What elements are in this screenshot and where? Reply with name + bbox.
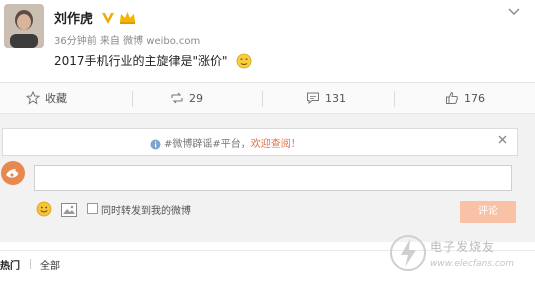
tip-prefix: #微博辟谣#平台，	[164, 139, 251, 150]
post-text: 2017手机行业的主旋律是"涨价"	[54, 54, 228, 68]
favorite-button[interactable]: 收藏	[25, 83, 67, 113]
weibo-logo	[0, 160, 26, 186]
watermark-logo	[388, 233, 428, 273]
favorite-label: 收藏	[45, 92, 67, 105]
like-icon	[445, 91, 459, 105]
divider	[394, 91, 395, 107]
close-icon[interactable]	[498, 133, 507, 147]
watermark-name: 电子发烧友	[430, 240, 496, 254]
action-bar: 收藏 29 131 176	[0, 82, 535, 114]
tab-hot[interactable]: 热门	[0, 257, 20, 272]
chevron-down-icon[interactable]	[508, 6, 520, 19]
author-avatar[interactable]	[4, 4, 44, 48]
info-icon	[150, 135, 161, 154]
comment-button[interactable]: 131	[306, 83, 346, 113]
watermark-url: www.elecfans.com	[430, 259, 515, 269]
comment-input[interactable]	[34, 165, 512, 191]
crown-icon[interactable]	[119, 10, 136, 24]
comment-icon	[306, 91, 320, 105]
like-button[interactable]: 176	[445, 83, 485, 113]
repost-icon	[170, 91, 184, 105]
image-icon[interactable]	[61, 202, 77, 217]
author-name[interactable]: 刘作虎	[54, 8, 93, 27]
like-count: 176	[464, 91, 485, 105]
also-repost-checkbox[interactable]	[87, 203, 98, 214]
rumor-tip-text: #微博辟谣#平台，欢迎查阅！	[164, 135, 301, 150]
divider	[132, 91, 133, 107]
also-repost-label[interactable]: 同时转发到我的微博	[101, 202, 191, 217]
tip-link[interactable]: 欢迎查阅！	[251, 139, 301, 150]
vip-badge-icon	[101, 10, 115, 24]
tab-divider	[30, 259, 31, 269]
emoji-icon[interactable]	[36, 201, 52, 217]
divider	[262, 91, 263, 107]
submit-comment-button[interactable]: 评论	[460, 201, 516, 223]
repost-button[interactable]: 29	[170, 83, 203, 113]
repost-count: 29	[189, 91, 203, 105]
smiley-emoji-icon	[236, 53, 252, 69]
favorite-icon	[25, 90, 41, 105]
post-meta: 36分钟前 来自 微博 weibo.com	[54, 36, 201, 47]
tab-all[interactable]: 全部	[40, 257, 60, 272]
comment-count: 131	[325, 91, 346, 105]
